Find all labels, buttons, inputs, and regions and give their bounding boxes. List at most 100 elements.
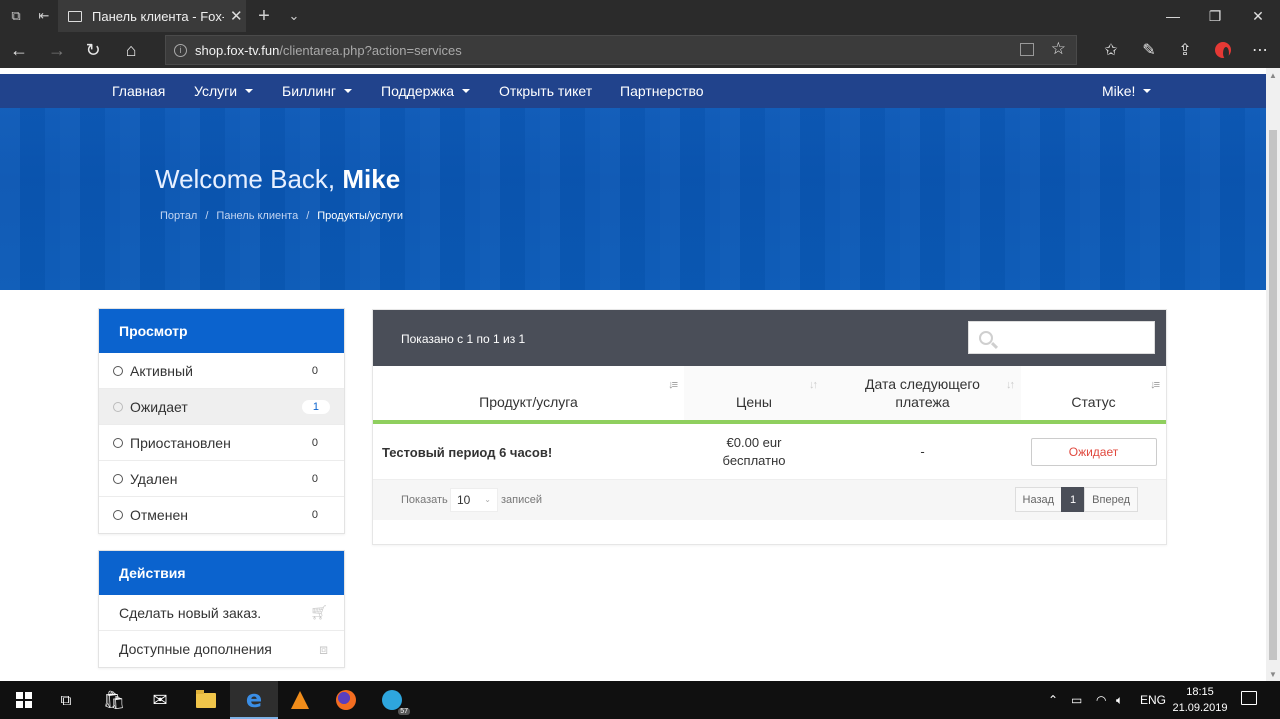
filter-cancelled[interactable]: Отменен 0 [99, 497, 344, 533]
favorite-star-icon[interactable]: ☆ [1051, 39, 1066, 59]
nav-item-open-ticket[interactable]: Открыть тикет [499, 74, 592, 108]
showing-info: Показано с 1 по 1 из 1 [401, 332, 526, 346]
volume-icon[interactable]: 🔈︎ [1116, 681, 1123, 719]
scrollbar-thumb[interactable] [1269, 130, 1277, 660]
nav-item-home[interactable]: Главная [112, 74, 165, 108]
sort-icon: ↓↑ [809, 379, 818, 391]
language-indicator[interactable]: ENG [1140, 681, 1166, 719]
actions-panel: Действия Сделать новый заказ. 🛒︎ Доступны… [98, 550, 345, 668]
scroll-down-icon[interactable]: ▼ [1266, 667, 1280, 681]
refresh-icon[interactable]: ↻ [76, 32, 110, 68]
addons-link[interactable]: Доступные дополнения ⧈ [99, 631, 344, 667]
nav-item-support[interactable]: Поддержка [381, 74, 471, 108]
caret-down-icon [245, 89, 254, 93]
tray-chevron-up-icon[interactable]: ⌃ [1048, 681, 1058, 719]
status-badge[interactable]: Ожидает [1030, 438, 1157, 466]
opera-extension-icon[interactable] [1206, 32, 1240, 68]
set-aside-tabs-icon[interactable]: ⇤ [30, 0, 58, 32]
restore-icon[interactable]: ❐ [1195, 0, 1235, 32]
user-menu[interactable]: Mike! [1102, 74, 1152, 108]
page-scrollbar[interactable]: ▲ ▼ [1266, 68, 1280, 681]
filter-suspended[interactable]: Приостановлен 0 [99, 425, 344, 461]
close-window-icon[interactable]: ✕ [1238, 0, 1278, 32]
notifications-icon[interactable] [1241, 691, 1257, 705]
filter-count-badge: 1 [301, 399, 330, 414]
vlc-icon[interactable] [276, 681, 324, 719]
circle-icon [113, 473, 123, 484]
filter-count: 0 [311, 436, 318, 449]
battery-icon[interactable]: ▭ [1071, 681, 1082, 719]
sort-desc-icon: ↓≡ [668, 379, 678, 391]
caret-down-icon [1143, 89, 1152, 93]
wifi-icon[interactable]: ◠ [1096, 681, 1106, 719]
pen-icon[interactable]: ✎ [1132, 32, 1166, 68]
pager-current[interactable]: 1 [1061, 487, 1086, 512]
hero-banner: Welcome Back, Mike Портал / Панель клиента… [0, 108, 1266, 290]
column-product[interactable]: Продукт/услуга ↓≡ [373, 366, 684, 424]
nav-item-affiliates[interactable]: Партнерство [620, 74, 704, 108]
tab-list-chevron-icon[interactable]: ⌄ [280, 0, 308, 32]
table-row[interactable]: Тестовый период 6 часов! €0.00 eur беспла… [373, 424, 1166, 480]
filter-count: 0 [311, 364, 318, 377]
windows-logo-icon [16, 692, 32, 708]
web-page: Главная Услуги Биллинг Поддержка Открыть… [0, 68, 1266, 681]
filter-active[interactable]: Активный 0 [99, 353, 344, 389]
favorites-icon[interactable]: ✩ [1094, 32, 1128, 68]
filter-deleted[interactable]: Удален 0 [99, 461, 344, 497]
breadcrumb-client-area[interactable]: Панель клиента [216, 210, 298, 222]
column-price[interactable]: Цены ↓↑ [684, 366, 824, 424]
table-header-bar: Показано с 1 по 1 из 1 [373, 310, 1166, 366]
minimize-icon[interactable]: — [1153, 0, 1193, 32]
filter-pending[interactable]: Ожидает 1 [99, 389, 344, 425]
firefox-icon[interactable] [322, 681, 370, 719]
cubes-icon: ⧈ [319, 640, 328, 657]
search-icon [979, 330, 993, 345]
new-tab-icon[interactable]: + [250, 0, 278, 32]
new-order-link[interactable]: Сделать новый заказ. 🛒︎ [99, 595, 344, 631]
back-icon[interactable]: ← [2, 32, 36, 68]
actions-panel-title: Действия [99, 551, 344, 595]
product-name[interactable]: Тестовый период 6 часов! [382, 424, 682, 480]
home-icon[interactable]: ⌂ [114, 32, 148, 68]
table-search-input[interactable] [968, 321, 1155, 354]
product-price: €0.00 eur бесплатно [722, 435, 786, 468]
breadcrumb-current: Продукты/услуги [317, 210, 403, 222]
task-view-icon[interactable]: ⧉ [42, 681, 90, 719]
top-navigation: Главная Услуги Биллинг Поддержка Открыть… [0, 74, 1266, 108]
table-column-headers: Продукт/услуга ↓≡ Цены ↓↑ Дата следующего … [373, 366, 1166, 424]
forward-icon[interactable]: → [40, 32, 74, 68]
browser-tab[interactable]: Панель клиента - Fox-T ✕ [58, 0, 246, 32]
more-icon[interactable]: ⋯ [1243, 32, 1277, 68]
reading-view-icon[interactable] [1020, 43, 1034, 56]
mail-icon[interactable]: ✉ [136, 681, 184, 719]
column-next-due[interactable]: Дата следующего платежа ↓↑ [824, 366, 1021, 424]
sort-asc-icon: ↓≡ [1150, 379, 1160, 391]
clock[interactable]: 18:15 21.09.2019 [1170, 684, 1230, 716]
address-bar[interactable]: i shop.fox-tv.fun/clientarea.php?action=… [165, 35, 1077, 65]
close-tab-icon[interactable]: ✕ [230, 7, 243, 25]
browser-toolbar: ← → ↻ ⌂ i shop.fox-tv.fun/clientarea.php… [0, 32, 1280, 68]
pager-prev[interactable]: Назад [1014, 487, 1063, 512]
table-footer: Показать 10 ⌄ записей Назад 1 Вперед [373, 480, 1166, 520]
column-status[interactable]: Статус ↓≡ [1021, 366, 1166, 424]
telegram-icon[interactable]: 57 [368, 681, 416, 719]
start-button[interactable] [0, 681, 48, 719]
circle-icon [113, 510, 123, 520]
share-icon[interactable]: ⇪ [1168, 32, 1202, 68]
file-explorer-icon[interactable] [182, 681, 230, 719]
telegram-badge: 57 [398, 708, 410, 715]
breadcrumb-portal[interactable]: Портал [160, 210, 197, 222]
url-path: /clientarea.php?action=services [279, 42, 462, 58]
edge-browser-icon[interactable]: e [230, 681, 278, 719]
show-label: Показать [401, 494, 448, 506]
nav-item-billing[interactable]: Биллинг [282, 74, 353, 108]
site-info-icon[interactable]: i [174, 43, 187, 57]
store-icon[interactable]: 🛍︎ [90, 681, 138, 719]
pager-next[interactable]: Вперед [1084, 487, 1138, 512]
circle-icon [113, 437, 123, 448]
scroll-up-icon[interactable]: ▲ [1266, 68, 1280, 82]
tab-manager-icon[interactable]: ⧉ [2, 0, 30, 32]
page-length-select[interactable]: 10 ⌄ [450, 488, 498, 512]
url-host: shop.fox-tv.fun [195, 42, 280, 58]
nav-item-services[interactable]: Услуги [194, 74, 254, 108]
